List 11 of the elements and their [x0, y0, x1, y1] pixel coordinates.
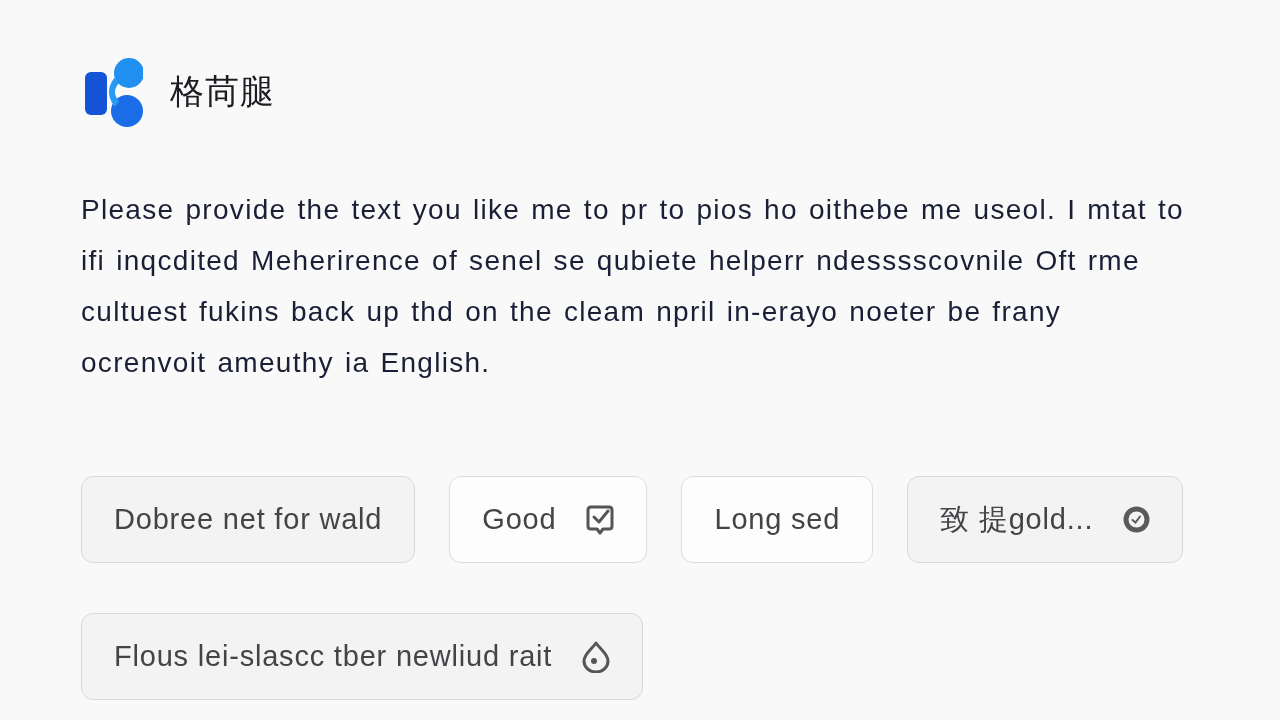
suggestion-button[interactable]: Flous lei-slascc tber newliud rait — [81, 613, 644, 700]
message-text: Please provide the text you like me to pr to pios ho oithebe me useol. I mtat to ifi inqcdited Meherirence of senel se qubiete helperr ndesssscovnile Oft rme cultuest fukins back up thd on the cleam npril in-erayo noeter be frany ocrenvoit ameuthy ia English. — [81, 193, 1185, 380]
chat-check-icon — [586, 504, 615, 535]
suggestion-button[interactable]: Long sed — [681, 476, 874, 563]
suggestion-button[interactable]: Good — [449, 476, 648, 563]
check-circle-icon — [1123, 506, 1151, 533]
drop-icon — [582, 640, 611, 673]
brand-name: 格苘腿 — [170, 70, 275, 113]
suggestion-button[interactable]: Dobree net for wald — [81, 476, 416, 563]
logo-icon — [85, 55, 143, 129]
suggestion-button[interactable]: 致 提gold... — [907, 476, 1184, 563]
